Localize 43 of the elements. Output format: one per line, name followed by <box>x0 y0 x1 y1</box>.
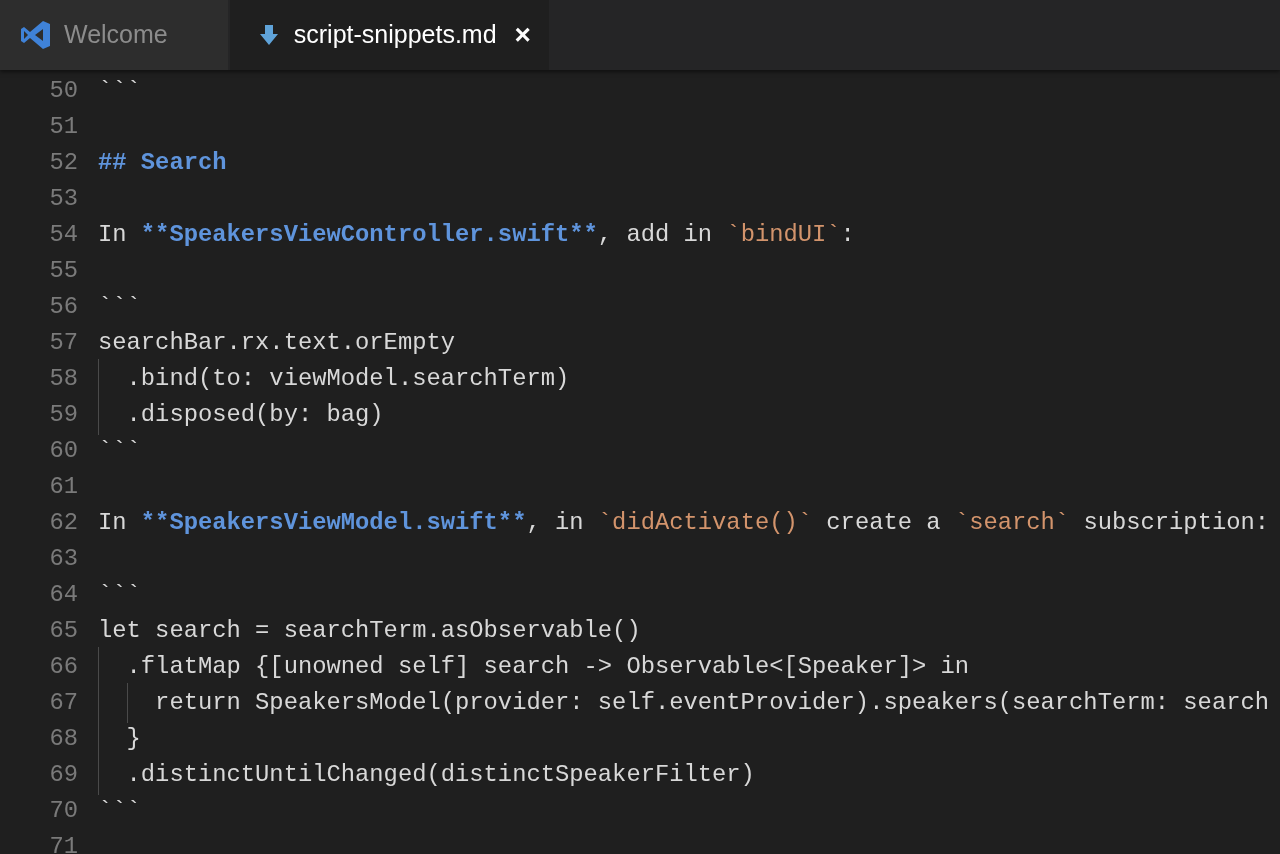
close-button[interactable]: × <box>514 21 531 49</box>
code-line: return SpeakersModel(provider: self.eventProvider).speakers(searchTerm: search <box>154 689 1269 717</box>
line-number: 69 <box>48 760 78 791</box>
code-line: } <box>125 725 141 753</box>
line-number: 62 <box>48 508 78 539</box>
code-logo-icon <box>20 20 52 50</box>
editor-tab[interactable]: Welcome <box>0 0 228 70</box>
line-number: 50 <box>48 76 78 107</box>
line-number: 64 <box>48 580 78 611</box>
line-number: 66 <box>48 652 78 683</box>
code-line: ``` <box>98 77 141 105</box>
code-line: ``` <box>98 581 141 609</box>
line-number: 56 <box>48 292 78 323</box>
code-line: .bind(to: viewModel.searchTerm) <box>125 365 570 393</box>
down-arrow-icon <box>259 24 278 46</box>
line-number: 53 <box>48 184 78 215</box>
line-number: 58 <box>48 364 78 395</box>
line-number: 61 <box>48 472 78 503</box>
line-number: 54 <box>48 220 78 251</box>
line-number: 63 <box>48 544 78 575</box>
line-number: 55 <box>48 256 78 287</box>
line-number: 52 <box>48 148 78 179</box>
editor-tab[interactable]: script-snippets.md × <box>229 0 549 70</box>
code-line: In **SpeakersViewController.swift**, add in `bindUI`: <box>98 221 855 249</box>
code-line: ``` <box>98 797 141 825</box>
code-line: ``` <box>98 437 141 465</box>
line-number: 65 <box>48 616 78 647</box>
code-line: ## Search <box>98 149 227 177</box>
code-line: .distinctUntilChanged(distinctSpeakerFilter) <box>125 761 755 789</box>
code-line: ``` <box>98 293 141 321</box>
code-line: .flatMap {[unowned self] search -> Observable<[Speaker]> in <box>125 653 970 681</box>
code-line: In **SpeakersViewModel.swift**, in `didActivate()` create a `search` subscription: <box>98 509 1270 537</box>
line-number: 71 <box>48 832 78 854</box>
line-number: 59 <box>48 400 78 431</box>
line-number: 70 <box>48 796 78 827</box>
code-line: let search = searchTerm.asObservable() <box>98 617 641 645</box>
line-number: 57 <box>48 328 78 359</box>
line-number: 67 <box>48 688 78 719</box>
line-number: 60 <box>48 436 78 467</box>
line-number: 68 <box>48 724 78 755</box>
line-number: 51 <box>48 112 78 143</box>
code-line: .disposed(by: bag) <box>125 401 384 429</box>
code-line: searchBar.rx.text.orEmpty <box>98 329 455 357</box>
